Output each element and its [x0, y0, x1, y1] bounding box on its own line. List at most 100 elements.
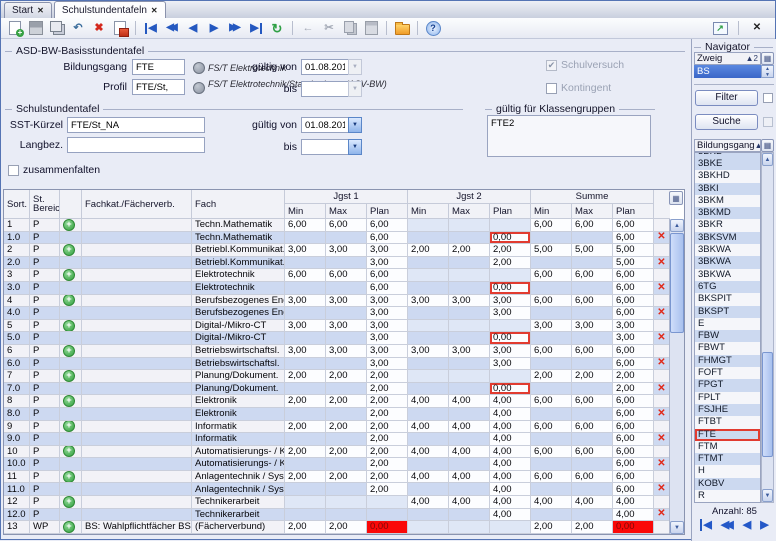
cell-value[interactable]: 6,00 [285, 219, 326, 232]
cell-value[interactable] [449, 509, 490, 522]
cell-value[interactable] [572, 433, 613, 446]
cell-value[interactable]: 3,00 [490, 345, 531, 358]
cell-value[interactable]: 3,00 [449, 345, 490, 358]
cell-value[interactable] [326, 483, 367, 496]
cell-value[interactable] [285, 383, 326, 396]
cell-fach[interactable]: Elektronik [192, 395, 285, 408]
cell-value[interactable]: 4,00 [449, 471, 490, 484]
cell-fach[interactable]: Digital-/Mikro-CT [192, 332, 285, 345]
cell-value[interactable]: 5,00 [572, 244, 613, 257]
table-row[interactable]: 7P+Planung/Dokument.2,002,002,002,002,00… [4, 370, 670, 383]
delete-button[interactable]: ✖ [90, 20, 108, 37]
cell-fachkat[interactable] [82, 257, 192, 270]
cell-value[interactable]: 6,00 [531, 295, 572, 308]
cell-fachkat[interactable] [82, 332, 192, 345]
table-row[interactable]: 2P+Betriebl.Kommunikat.3,003,003,002,002… [4, 244, 670, 257]
cell-value[interactable] [449, 408, 490, 421]
table-row[interactable]: 2.0PBetriebl.Kommunikat.3,002,005,00✕ [4, 257, 670, 270]
profil-field[interactable] [132, 79, 185, 95]
cell-value[interactable] [285, 433, 326, 446]
cell-fach[interactable]: Betriebl.Kommunikat. [192, 257, 285, 270]
cell-value[interactable] [285, 408, 326, 421]
tab-close-icon[interactable]: ✕ [37, 6, 44, 15]
cell-value[interactable] [285, 509, 326, 522]
cell-value[interactable]: 0,00 [490, 383, 531, 396]
table-row[interactable]: 8P+Elektronik2,002,002,004,004,004,006,0… [4, 395, 670, 408]
cell-value[interactable]: 2,00 [326, 446, 367, 459]
suche-button[interactable]: Suche [695, 114, 758, 130]
cell-fachkat[interactable] [82, 307, 192, 320]
nav-last-button[interactable]: ▶ [247, 20, 265, 37]
list-item[interactable]: FBW [695, 330, 760, 342]
cell-fachkat[interactable] [82, 496, 192, 509]
cell-bereich[interactable]: P [30, 446, 60, 459]
header-max[interactable]: Max [326, 204, 367, 219]
header-plan[interactable]: Plan [367, 204, 408, 219]
cell-fachkat[interactable] [82, 244, 192, 257]
cell-fachkat[interactable] [82, 282, 192, 295]
list-item[interactable]: E [695, 318, 760, 330]
cell-fach[interactable]: Elektronik [192, 408, 285, 421]
cell-value[interactable] [285, 332, 326, 345]
cell-value[interactable]: 4,00 [490, 496, 531, 509]
undo-button[interactable]: ↶ [69, 20, 87, 37]
cell-value[interactable]: 4,00 [490, 421, 531, 434]
cell-fach[interactable]: Betriebswirtschaftsl. [192, 358, 285, 371]
cell-value[interactable]: 6,00 [367, 232, 408, 245]
scroll-up-icon[interactable]: ▲ [670, 219, 684, 232]
cell-value[interactable] [449, 282, 490, 295]
cell-value[interactable]: 3,00 [326, 320, 367, 333]
cell-bereich[interactable]: P [30, 370, 60, 383]
cell-fach[interactable]: Informatik [192, 433, 285, 446]
cell-bereich[interactable]: P [30, 358, 60, 371]
cell-value[interactable] [326, 458, 367, 471]
cell-value[interactable]: 6,00 [613, 345, 654, 358]
cell-value[interactable]: 2,00 [326, 370, 367, 383]
cell-value[interactable]: 2,00 [285, 471, 326, 484]
delete-row-icon[interactable]: ✕ [657, 308, 665, 318]
cell-value[interactable]: 3,00 [285, 320, 326, 333]
cell-value[interactable] [531, 332, 572, 345]
cell-fach[interactable]: Berufsbezogenes Englisch [192, 295, 285, 308]
cell-fachkat[interactable] [82, 446, 192, 459]
cell-value[interactable]: 2,00 [326, 421, 367, 434]
cell-value[interactable]: 2,00 [285, 395, 326, 408]
cell-fach[interactable]: Automatisierungs- / Kommu... [192, 446, 285, 459]
cell-value[interactable]: 6,00 [367, 219, 408, 232]
cell-sort[interactable]: 11 [4, 471, 30, 484]
cell-fach[interactable]: Anlagentechnik / Systemtech... [192, 471, 285, 484]
list-item[interactable]: 3BKR [695, 219, 760, 231]
cell-value[interactable] [449, 307, 490, 320]
cell-fachkat[interactable] [82, 383, 192, 396]
cell-sort[interactable]: 2.0 [4, 257, 30, 270]
cell-fachkat[interactable] [82, 219, 192, 232]
cell-fachkat[interactable] [82, 320, 192, 333]
cell-value[interactable] [408, 232, 449, 245]
cell-bereich[interactable]: P [30, 345, 60, 358]
cell-fachkat[interactable] [82, 395, 192, 408]
cell-value[interactable] [449, 358, 490, 371]
cell-fach[interactable]: Techn.Mathematik [192, 232, 285, 245]
scroll-up-icon[interactable]: ▲ [762, 153, 773, 166]
nav-fast-back-button[interactable]: ◀◀ [163, 20, 181, 37]
cell-value[interactable]: 6,00 [531, 219, 572, 232]
header-jgst2[interactable]: Jgst 2 [408, 190, 531, 204]
add-row-icon[interactable]: + [63, 421, 75, 433]
cell-bereich[interactable]: P [30, 383, 60, 396]
cell-value[interactable] [531, 282, 572, 295]
cell-fachkat[interactable] [82, 345, 192, 358]
cell-value[interactable]: 4,00 [490, 458, 531, 471]
cell-value[interactable] [531, 509, 572, 522]
table-scrollbar-thumb[interactable] [670, 233, 684, 333]
cell-value[interactable]: 2,00 [367, 395, 408, 408]
cell-value[interactable] [326, 408, 367, 421]
cell-value[interactable] [326, 232, 367, 245]
jump-back-button[interactable]: ← [299, 20, 317, 37]
sst-kuerzel-field[interactable] [67, 117, 205, 133]
cell-value[interactable] [367, 509, 408, 522]
cell-value[interactable] [408, 257, 449, 270]
cell-value[interactable]: 4,00 [490, 509, 531, 522]
cell-value[interactable] [408, 269, 449, 282]
cell-fach[interactable]: Planung/Dokument. [192, 383, 285, 396]
cell-bereich[interactable]: P [30, 509, 60, 522]
